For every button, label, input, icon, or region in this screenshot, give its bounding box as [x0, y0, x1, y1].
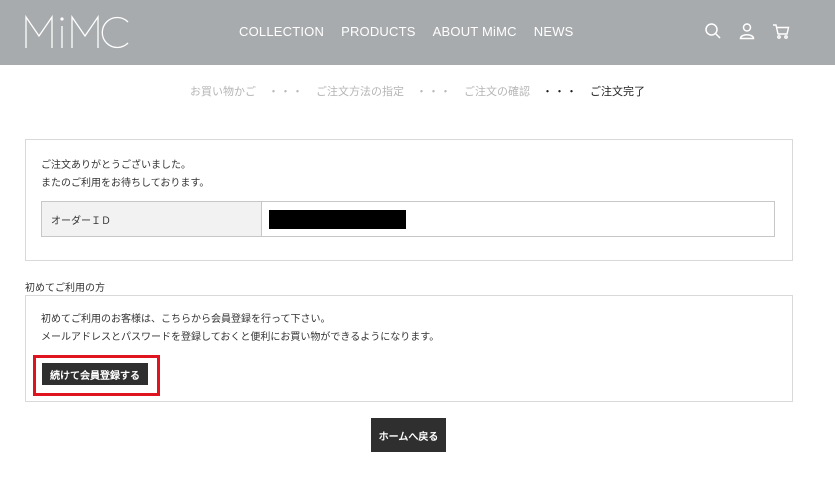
step-separator: ・・・ [268, 85, 304, 98]
order-id-table: オーダーＩＤ [41, 201, 775, 237]
first-time-line-1: 初めてご利用のお客様は、こちらから会員登録を行って下さい。 [41, 314, 331, 325]
nav-collection[interactable]: COLLECTION [239, 24, 324, 39]
step-complete: ご注文完了 [590, 85, 645, 98]
register-member-button[interactable]: 続けて会員登録する [42, 363, 148, 385]
checkout-steps: お買い物かご ・・・ ご注文方法の指定 ・・・ ご注文の確認 ・・・ ご注文完了 [0, 83, 835, 99]
thank-you-line-2: またのご利用をお待ちしております。 [41, 178, 210, 189]
step-confirm: ご注文の確認 [464, 85, 530, 98]
nav-news[interactable]: NEWS [534, 24, 574, 39]
first-time-panel: 初めてご利用のお客様は、こちらから会員登録を行って下さい。 メールアドレスとパス… [25, 295, 793, 402]
first-time-line-2: メールアドレスとパスワードを登録しておくと便利にお買い物ができるようになります。 [41, 332, 440, 343]
thank-you-line-1: ご注文ありがとうございました。 [41, 160, 191, 171]
thank-you-message: ご注文ありがとうございました。 またのご利用をお待ちしております。 [41, 157, 209, 193]
step-separator: ・・・ [542, 85, 578, 98]
order-complete-panel: ご注文ありがとうございました。 またのご利用をお待ちしております。 オーダーＩＤ [25, 139, 793, 261]
step-cart: お買い物かご [190, 85, 256, 98]
order-id-label: オーダーＩＤ [42, 202, 262, 236]
nav-products[interactable]: PRODUCTS [341, 24, 416, 39]
back-to-home-button[interactable]: ホームへ戻る [371, 418, 446, 452]
step-method: ご注文方法の指定 [316, 85, 404, 98]
site-header: COLLECTION PRODUCTS ABOUT MiMC NEWS [0, 0, 835, 65]
nav-about[interactable]: ABOUT MiMC [433, 24, 517, 39]
redacted-order-id [269, 210, 406, 229]
step-separator: ・・・ [416, 85, 452, 98]
first-time-title: 初めてご利用の方 [25, 283, 105, 294]
user-icon[interactable] [738, 22, 756, 40]
search-icon[interactable] [704, 22, 722, 40]
cart-icon[interactable] [772, 22, 790, 40]
main-nav: COLLECTION PRODUCTS ABOUT MiMC NEWS [239, 24, 574, 39]
order-id-value [262, 202, 774, 236]
first-time-description: 初めてご利用のお客様は、こちらから会員登録を行って下さい。 メールアドレスとパス… [41, 311, 439, 347]
mimc-logo[interactable] [24, 14, 130, 50]
header-icons [704, 22, 790, 40]
